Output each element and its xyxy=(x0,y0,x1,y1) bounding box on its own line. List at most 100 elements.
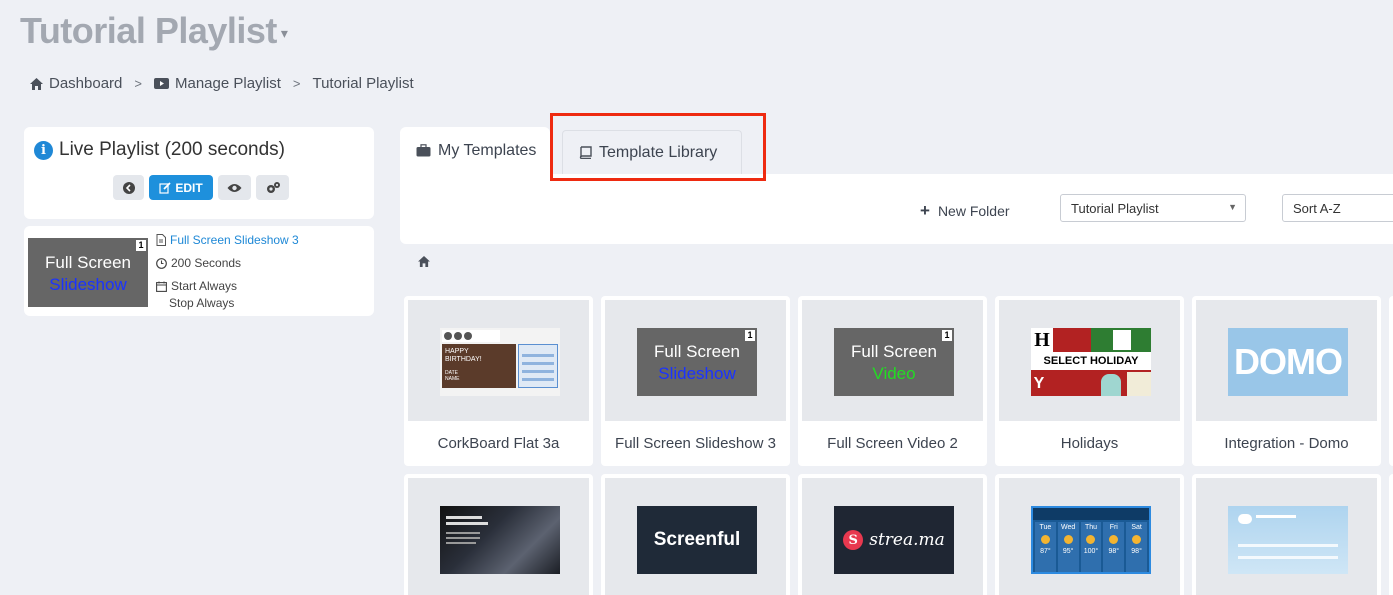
title-caret-icon[interactable]: ▾ xyxy=(281,25,288,41)
streama-preview: S strea.ma xyxy=(834,506,954,574)
preview-button[interactable] xyxy=(218,175,251,200)
breadcrumb-dashboard[interactable]: Dashboard xyxy=(30,75,122,92)
video-preview: 1 Full Screen Video xyxy=(834,328,954,396)
playlist-item-thumbnail: 1 Full Screen Slideshow xyxy=(28,238,148,307)
template-tile-dark-poly[interactable] xyxy=(404,474,593,595)
breadcrumb-label: Tutorial Playlist xyxy=(312,75,414,92)
template-name: Holidays xyxy=(1060,435,1119,452)
breadcrumb-label: Manage Playlist xyxy=(174,75,281,92)
streama-icon: S xyxy=(843,530,864,550)
slide-count-badge: 1 xyxy=(745,330,755,341)
weather-day: Thu 100° xyxy=(1080,522,1102,572)
back-arrow-icon xyxy=(122,181,135,194)
plus-icon: + xyxy=(920,201,930,220)
domo-logo: DOMO xyxy=(1234,341,1343,382)
tab-label: My Templates xyxy=(438,141,537,159)
sort-select-value: Sort A-Z xyxy=(1293,201,1341,216)
breadcrumb-separator: > xyxy=(134,76,142,91)
playlist-item[interactable]: 1 Full Screen Slideshow Full Screen Slid… xyxy=(24,226,374,316)
weather-day: Sat 98° xyxy=(1126,522,1147,572)
thumb-line2: Video xyxy=(872,364,916,383)
sun-icon xyxy=(1040,535,1050,544)
screenful-logo: Screenful xyxy=(653,529,741,550)
folder-select[interactable]: Tutorial Playlist ▼ xyxy=(1060,194,1246,222)
edit-button[interactable]: EDIT xyxy=(149,175,213,200)
template-tile-partial[interactable] xyxy=(1389,296,1393,466)
template-tile-streama[interactable]: S strea.ma xyxy=(798,474,987,595)
weather-day-label: Sat xyxy=(1131,524,1142,531)
slideshow-preview: 1 Full Screen Slideshow xyxy=(637,328,757,396)
weather-temp: 100° xyxy=(1083,548,1099,555)
thumb-line2: Slideshow xyxy=(49,275,127,294)
item-schedule-row: Start Always xyxy=(156,278,299,294)
gears-icon xyxy=(266,181,280,193)
template-tile-partial[interactable] xyxy=(1389,474,1393,595)
template-thumbnail: 1 Full Screen Slideshow xyxy=(605,300,786,421)
thumb-line1: Full Screen xyxy=(654,342,740,361)
template-tile-weather[interactable]: Tue 87° Wed 95° Thu 100° Fri 98° Sat 98° xyxy=(995,474,1184,595)
playlist-item-link[interactable]: Full Screen Slideshow 3 xyxy=(170,232,299,248)
weather-temp: 95° xyxy=(1062,548,1074,555)
dark-poly-preview xyxy=(440,506,560,574)
weather-temp: 87° xyxy=(1040,548,1051,555)
template-tile-corkboard[interactable]: HAPPY BIRTHDAY! DATE NAME CorkBoard Flat 3… xyxy=(404,296,593,466)
tab-my-templates[interactable]: My Templates xyxy=(400,127,550,174)
item-name-row: Full Screen Slideshow 3 xyxy=(156,232,299,248)
template-name: Full Screen Slideshow 3 xyxy=(615,435,776,452)
template-name: CorkBoard Flat 3a xyxy=(437,435,560,452)
sun-icon xyxy=(1109,535,1119,544)
weather-day-label: Tue xyxy=(1039,524,1052,531)
item-stop: Stop Always xyxy=(169,296,235,310)
holidays-preview: H SELECT HOLIDAY Y xyxy=(1031,328,1151,396)
home-icon xyxy=(30,77,43,90)
weather-preview: Tue 87° Wed 95° Thu 100° Fri 98° Sat 98° xyxy=(1031,506,1151,574)
page-title[interactable]: Tutorial Playlist ▾ xyxy=(20,10,288,52)
home-icon xyxy=(418,256,430,267)
streama-logo: strea.ma xyxy=(869,530,945,550)
template-thumbnail: H SELECT HOLIDAY Y xyxy=(999,300,1180,421)
template-thumbnail: 1 Full Screen Video xyxy=(802,300,983,421)
new-folder-button[interactable]: + New Folder xyxy=(920,201,1010,221)
template-thumbnail xyxy=(1196,478,1377,595)
edit-icon xyxy=(159,181,171,194)
sort-select[interactable]: Sort A-Z xyxy=(1282,194,1393,222)
breadcrumb: Dashboard > Manage Playlist > Tutorial P… xyxy=(30,75,414,92)
weather-sky-preview xyxy=(1228,506,1348,574)
settings-button[interactable] xyxy=(256,175,289,200)
template-thumbnail: HAPPY BIRTHDAY! DATE NAME xyxy=(408,300,589,421)
corkboard-preview: HAPPY BIRTHDAY! DATE NAME xyxy=(440,328,560,396)
folder-home-icon[interactable] xyxy=(418,256,430,270)
back-button[interactable] xyxy=(113,175,144,200)
playlist-actions: EDIT xyxy=(113,175,289,200)
weather-forecast: Tue 87° Wed 95° Thu 100° Fri 98° Sat 98° xyxy=(1035,522,1147,572)
calendar-icon xyxy=(156,281,167,292)
item-duration-row: 200 Seconds xyxy=(156,255,299,271)
template-tile-weather-sky[interactable] xyxy=(1192,474,1381,595)
page-title-text: Tutorial Playlist xyxy=(20,10,277,51)
template-tile-fullscreen-slideshow[interactable]: 1 Full Screen Slideshow Full Screen Slid… xyxy=(601,296,790,466)
weather-temp: 98° xyxy=(1108,548,1120,555)
clock-icon xyxy=(156,257,167,269)
folder-select-value: Tutorial Playlist xyxy=(1071,201,1159,216)
playlist-item-info: Full Screen Slideshow 3 200 Seconds Star… xyxy=(156,232,299,311)
breadcrumb-separator: > xyxy=(292,76,301,91)
template-thumbnail: Screenful xyxy=(605,478,786,595)
live-playlist-card: i Live Playlist (200 seconds) EDIT xyxy=(24,127,374,219)
slide-count-badge: 1 xyxy=(942,330,952,341)
template-tile-domo[interactable]: DOMO Integration - Domo xyxy=(1192,296,1381,466)
dropdown-arrow-icon: ▼ xyxy=(1228,202,1237,212)
live-playlist-header: i Live Playlist (200 seconds) xyxy=(34,139,285,161)
thumb-line1: Full Screen xyxy=(45,253,131,272)
template-tile-holidays[interactable]: H SELECT HOLIDAY Y Holidays xyxy=(995,296,1184,466)
template-tile-fullscreen-video[interactable]: 1 Full Screen Video Full Screen Video 2 xyxy=(798,296,987,466)
template-name: Full Screen Video 2 xyxy=(827,435,958,452)
template-tile-screenful[interactable]: Screenful xyxy=(601,474,790,595)
sun-icon xyxy=(1132,535,1142,544)
item-duration: 200 Seconds xyxy=(171,256,242,270)
thumb-line2: Slideshow xyxy=(658,364,736,383)
breadcrumb-current: Tutorial Playlist xyxy=(312,75,413,92)
weather-day-label: Fri xyxy=(1109,524,1118,531)
template-thumbnail xyxy=(408,478,589,595)
breadcrumb-manage-playlist[interactable]: Manage Playlist xyxy=(153,75,281,92)
sun-icon xyxy=(1063,535,1073,544)
